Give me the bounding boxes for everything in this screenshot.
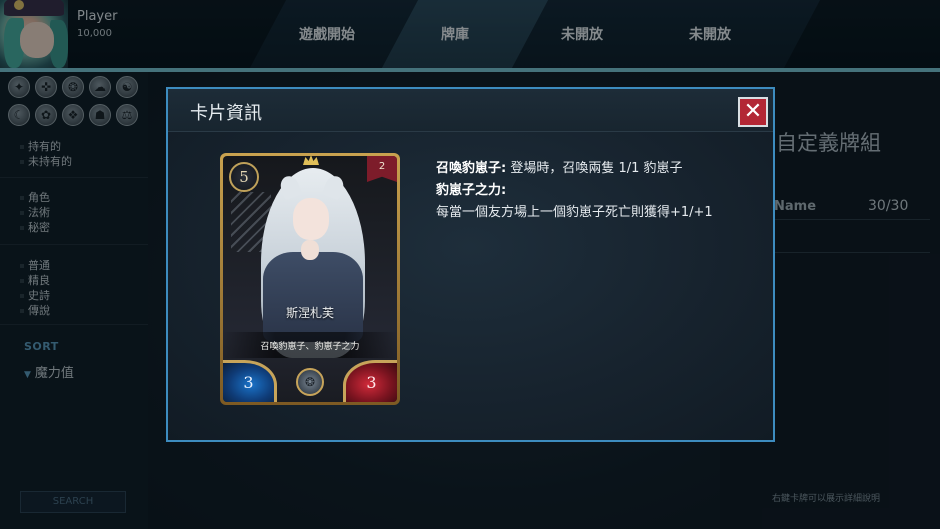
card-name: 斯涅札芙	[285, 306, 334, 320]
health-gem: 3	[343, 360, 397, 402]
card-art-hand	[301, 240, 319, 260]
ability-name: 召喚豹崽子:	[436, 161, 507, 176]
modal-title: 卡片資訊	[190, 103, 262, 124]
close-button[interactable]: ✕	[738, 97, 768, 127]
modal-header: 卡片資訊	[168, 89, 773, 132]
ability-summon-cubs: 召喚豹崽子: 登場時，召喚兩隻 1/1 豹崽子	[436, 159, 683, 179]
card-preview: 5 2 斯涅札芙 召喚豹崽子、豹崽子之力 3 3 ❂	[220, 153, 400, 405]
card-keywords: 召喚豹崽子、豹崽子之力	[260, 342, 360, 352]
ability-text: 登場時，召喚兩隻 1/1 豹崽子	[506, 161, 683, 176]
card-info-modal: 卡片資訊 ✕ 5 2 斯涅札芙 召喚豹崽子、豹崽子之力 3 3 ❂ 召喚豹崽子:…	[166, 87, 775, 442]
attack-gem: 3	[223, 360, 277, 402]
card-art-dress	[263, 252, 363, 342]
card-art-face	[293, 198, 329, 240]
ability-cub-power: 豹崽子之力:	[436, 181, 506, 201]
mana-cost-gem: 5	[229, 162, 259, 192]
ability-description: 每當一個友方場上一個豹崽子死亡則獲得+1/+1	[436, 205, 713, 220]
rarity-banner: 2	[367, 156, 397, 182]
class-emblem-icon: ❂	[296, 368, 324, 396]
crown-icon	[303, 156, 319, 165]
card-face: 5 2 斯涅札芙 召喚豹崽子、豹崽子之力 3 3 ❂	[223, 156, 397, 402]
ability-name: 豹崽子之力:	[436, 183, 507, 198]
